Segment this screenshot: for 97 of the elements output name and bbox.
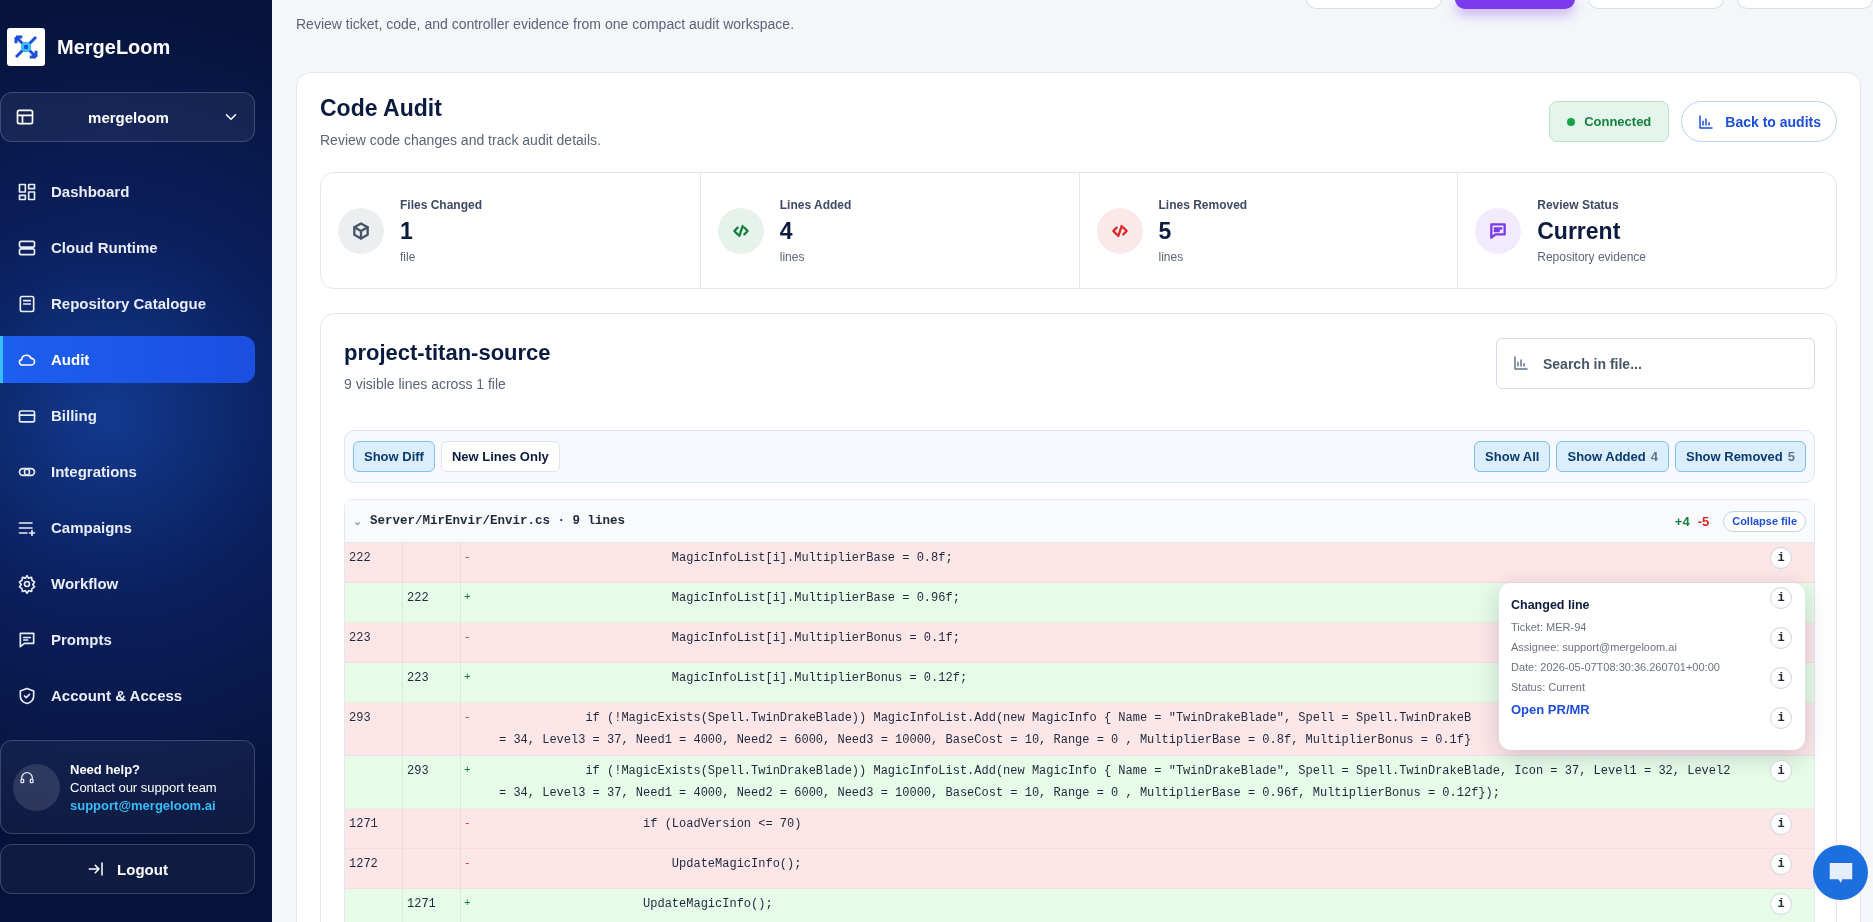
- stat-value: 4: [779, 217, 794, 245]
- old-line-number: 223: [345, 623, 403, 662]
- old-line-number: 1271: [345, 809, 403, 848]
- nav-item[interactable]: Billing: [0, 392, 255, 439]
- stat-value: Current: [1537, 217, 1622, 245]
- removed-count: -5: [1697, 513, 1710, 529]
- old-line-number: 1272: [345, 849, 403, 888]
- diff-sign: +: [463, 896, 472, 911]
- connection-status: Connected: [1549, 101, 1670, 142]
- code-line: = 34, Level3 = 37, Need1 = 4000, Need2 = 6000, Need3 = 10000, BaseCost = 10, Range = 0 , MultiplierBase = 0.8f, MultiplierBonus = 0.1f}: [499, 733, 1472, 747]
- page-subtitle: Review code changes and track audit details.: [320, 132, 601, 148]
- code-line: if (!MagicExists(Spell.TwinDrakeBlade)) MagicInfoList.Add(new MagicInfo { Name = "TwinDrakeBlade", Spell = Spell.TwinDrakeBlade, Icon = 37, Level1 = 32, Level2: [584, 764, 1731, 778]
- code-line: if (!MagicExists(Spell.TwinDrakeBlade)) MagicInfoList.Add(new MagicInfo { Name = "TwinDrakeBlade", Spell = Spell.TwinDrakeB: [584, 711, 1472, 725]
- popover-title: Changed line: [1511, 598, 1590, 612]
- code-line: MagicInfoList[i].MultiplierBonus = 0.12f;: [670, 671, 968, 685]
- stat-unit: lines: [779, 249, 806, 264]
- diff-sign: +: [463, 763, 472, 778]
- stat-unit: file: [400, 249, 417, 264]
- repository-title: project-titan-source: [344, 340, 551, 366]
- new-line-number: 223: [403, 663, 461, 702]
- code-line: MagicInfoList[i].MultiplierBonus = 0.1f;: [670, 631, 960, 645]
- code-line: MagicInfoList[i].MultiplierBase = 0.96f;: [670, 591, 960, 605]
- popover-detail: Date: 2026-05-07T08:30:36.260701+00:00: [1511, 661, 1720, 673]
- table-icon: [15, 107, 35, 127]
- code-line: = 34, Level3 = 37, Need1 = 4000, Need2 = 6000, Need3 = 10000, BaseCost = 10, Range = 0 , MultiplierBase = 0.96f, MultiplierBonus = 0.12f});: [499, 786, 1500, 800]
- stat-label: Lines Removed: [1158, 197, 1248, 212]
- file-path: Server/MirEnvir/Envir.cs · 9 lines: [370, 514, 627, 528]
- view-mode-toggle[interactable]: Show Diff: [353, 441, 435, 472]
- logout-arrow-icon: [87, 860, 106, 878]
- bar-chart-icon: [1512, 354, 1530, 372]
- nav-item[interactable]: Account & Access: [0, 672, 255, 719]
- brand-name: MergeLoom: [57, 35, 171, 59]
- search-field[interactable]: Search in file...: [1496, 338, 1815, 389]
- collapse-file-button[interactable]: Collapse file: [1723, 510, 1806, 532]
- status-dot-icon: [1567, 117, 1576, 126]
- page-description: Review ticket, code, and controller evidence from one compact audit workspace.: [296, 16, 796, 32]
- nav-item[interactable]: Audit: [0, 336, 255, 383]
- info-button[interactable]: i: [1770, 813, 1792, 835]
- workspace-selector[interactable]: mergeloom: [0, 92, 255, 142]
- code-line: UpdateMagicInfo();: [670, 857, 802, 871]
- filter-toggle[interactable]: Show Removed 5: [1674, 441, 1806, 472]
- nav-item[interactable]: Prompts: [0, 616, 255, 663]
- logo: [7, 28, 45, 66]
- new-line-number: 1271: [403, 889, 461, 922]
- stat-unit: lines: [1158, 249, 1185, 264]
- filter-toggle[interactable]: Show Added 4: [1556, 441, 1669, 472]
- bar-chart-icon: [1697, 112, 1716, 131]
- popover-detail: Status: Current: [1511, 681, 1585, 693]
- info-button[interactable]: i: [1770, 547, 1792, 569]
- back-to-audits-button[interactable]: Back to audits: [1681, 101, 1837, 142]
- filter-toggle[interactable]: Show All: [1474, 441, 1551, 472]
- nav-item[interactable]: Cloud Runtime: [0, 224, 255, 271]
- page-title: Code Audit: [320, 95, 443, 122]
- info-button[interactable]: i: [1770, 893, 1792, 915]
- repository-subtitle: 9 visible lines across 1 file: [344, 376, 507, 392]
- diff-sign: -: [463, 856, 472, 871]
- code-line: UpdateMagicInfo();: [642, 897, 773, 911]
- new-line-number: 222: [403, 583, 461, 622]
- diff-sign: -: [463, 710, 472, 725]
- view-mode-toggle[interactable]: New Lines Only: [440, 441, 560, 472]
- nav-item[interactable]: Campaigns: [0, 504, 255, 551]
- added-count: +4: [1674, 513, 1690, 529]
- code-line: MagicInfoList[i].MultiplierBase = 0.8f;: [670, 551, 953, 565]
- stat-value: 5: [1158, 217, 1173, 245]
- new-line-number: 293: [403, 756, 461, 808]
- diff-sign: +: [463, 670, 472, 685]
- stat-unit: Repository evidence: [1537, 249, 1646, 264]
- gear-icon: [17, 573, 37, 594]
- popover-detail: Ticket: MER-94: [1511, 621, 1587, 633]
- code-line: if (LoadVersion <= 70): [642, 817, 802, 831]
- open-pr-link[interactable]: Open PR/MR: [1511, 702, 1590, 717]
- headset-icon: [19, 769, 35, 786]
- stat-label: Review Status: [1537, 197, 1620, 212]
- expand-toggle[interactable]: ⌄: [353, 514, 362, 528]
- stat-value: 1: [400, 217, 414, 245]
- diff-sign: -: [463, 550, 472, 565]
- help-title: Need help?: [70, 761, 142, 777]
- info-button[interactable]: i: [1770, 760, 1792, 782]
- old-line-number: 293: [345, 703, 403, 755]
- document-icon: [17, 293, 37, 314]
- nav-item[interactable]: Repository Catalogue: [0, 280, 255, 327]
- nav-item[interactable]: Dashboard: [0, 168, 255, 215]
- help-text: Contact our support team: [70, 779, 217, 795]
- diff-sign: -: [463, 630, 472, 645]
- info-button[interactable]: i: [1770, 853, 1792, 875]
- popover-detail: Assignee: support@mergeloom.ai: [1511, 641, 1677, 653]
- support-email-link[interactable]: support@mergeloom.ai: [70, 797, 217, 813]
- dashboard-icon: [17, 181, 37, 202]
- logout-button[interactable]: Logout: [0, 844, 255, 894]
- shield-check-icon: [17, 685, 37, 706]
- stat-label: Files Changed: [400, 197, 482, 212]
- nav-item[interactable]: Integrations: [0, 448, 255, 495]
- diff-sign: -: [463, 816, 472, 831]
- nav-item[interactable]: Workflow: [0, 560, 255, 607]
- old-line-number: 222: [345, 543, 403, 582]
- stat-label: Lines Added: [779, 197, 852, 212]
- diff-sign: +: [463, 590, 472, 605]
